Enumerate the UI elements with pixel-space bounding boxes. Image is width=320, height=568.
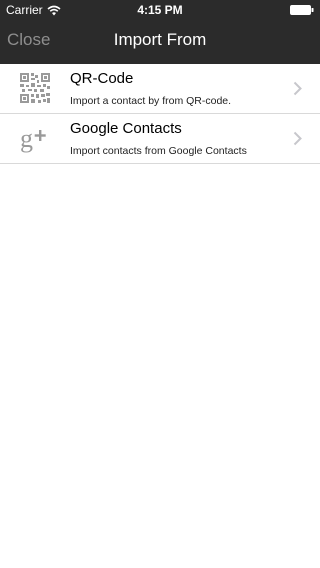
status-bar: Carrier 4:15 PM — [0, 0, 320, 20]
row-subtitle: Import a contact by from QR-code. — [70, 95, 232, 107]
chevron-right-icon — [293, 81, 302, 96]
google-plus-icon: g — [20, 124, 46, 153]
row-subtitle: Import contacts from Google Contacts — [70, 145, 247, 157]
list-item-google-contacts[interactable]: g Google Contacts Import contacts from G… — [0, 114, 320, 164]
import-source-list: QR-Code Import a contact by from QR-code… — [0, 64, 320, 164]
screen: Carrier 4:15 PM Close Import From QR-Cod… — [0, 0, 320, 568]
row-title: Google Contacts — [70, 120, 182, 137]
list-item-qr-code[interactable]: QR-Code Import a contact by from QR-code… — [0, 64, 320, 114]
header: Carrier 4:15 PM Close Import From — [0, 0, 320, 64]
chevron-right-icon — [293, 131, 302, 146]
battery-icon — [290, 5, 314, 15]
navigation-bar: Close Import From — [0, 20, 320, 64]
page-title: Import From — [113, 30, 207, 49]
svg-text:g: g — [20, 124, 33, 153]
row-title: QR-Code — [70, 70, 134, 87]
qr-code-icon — [20, 73, 50, 103]
status-time: 4:15 PM — [137, 3, 183, 17]
